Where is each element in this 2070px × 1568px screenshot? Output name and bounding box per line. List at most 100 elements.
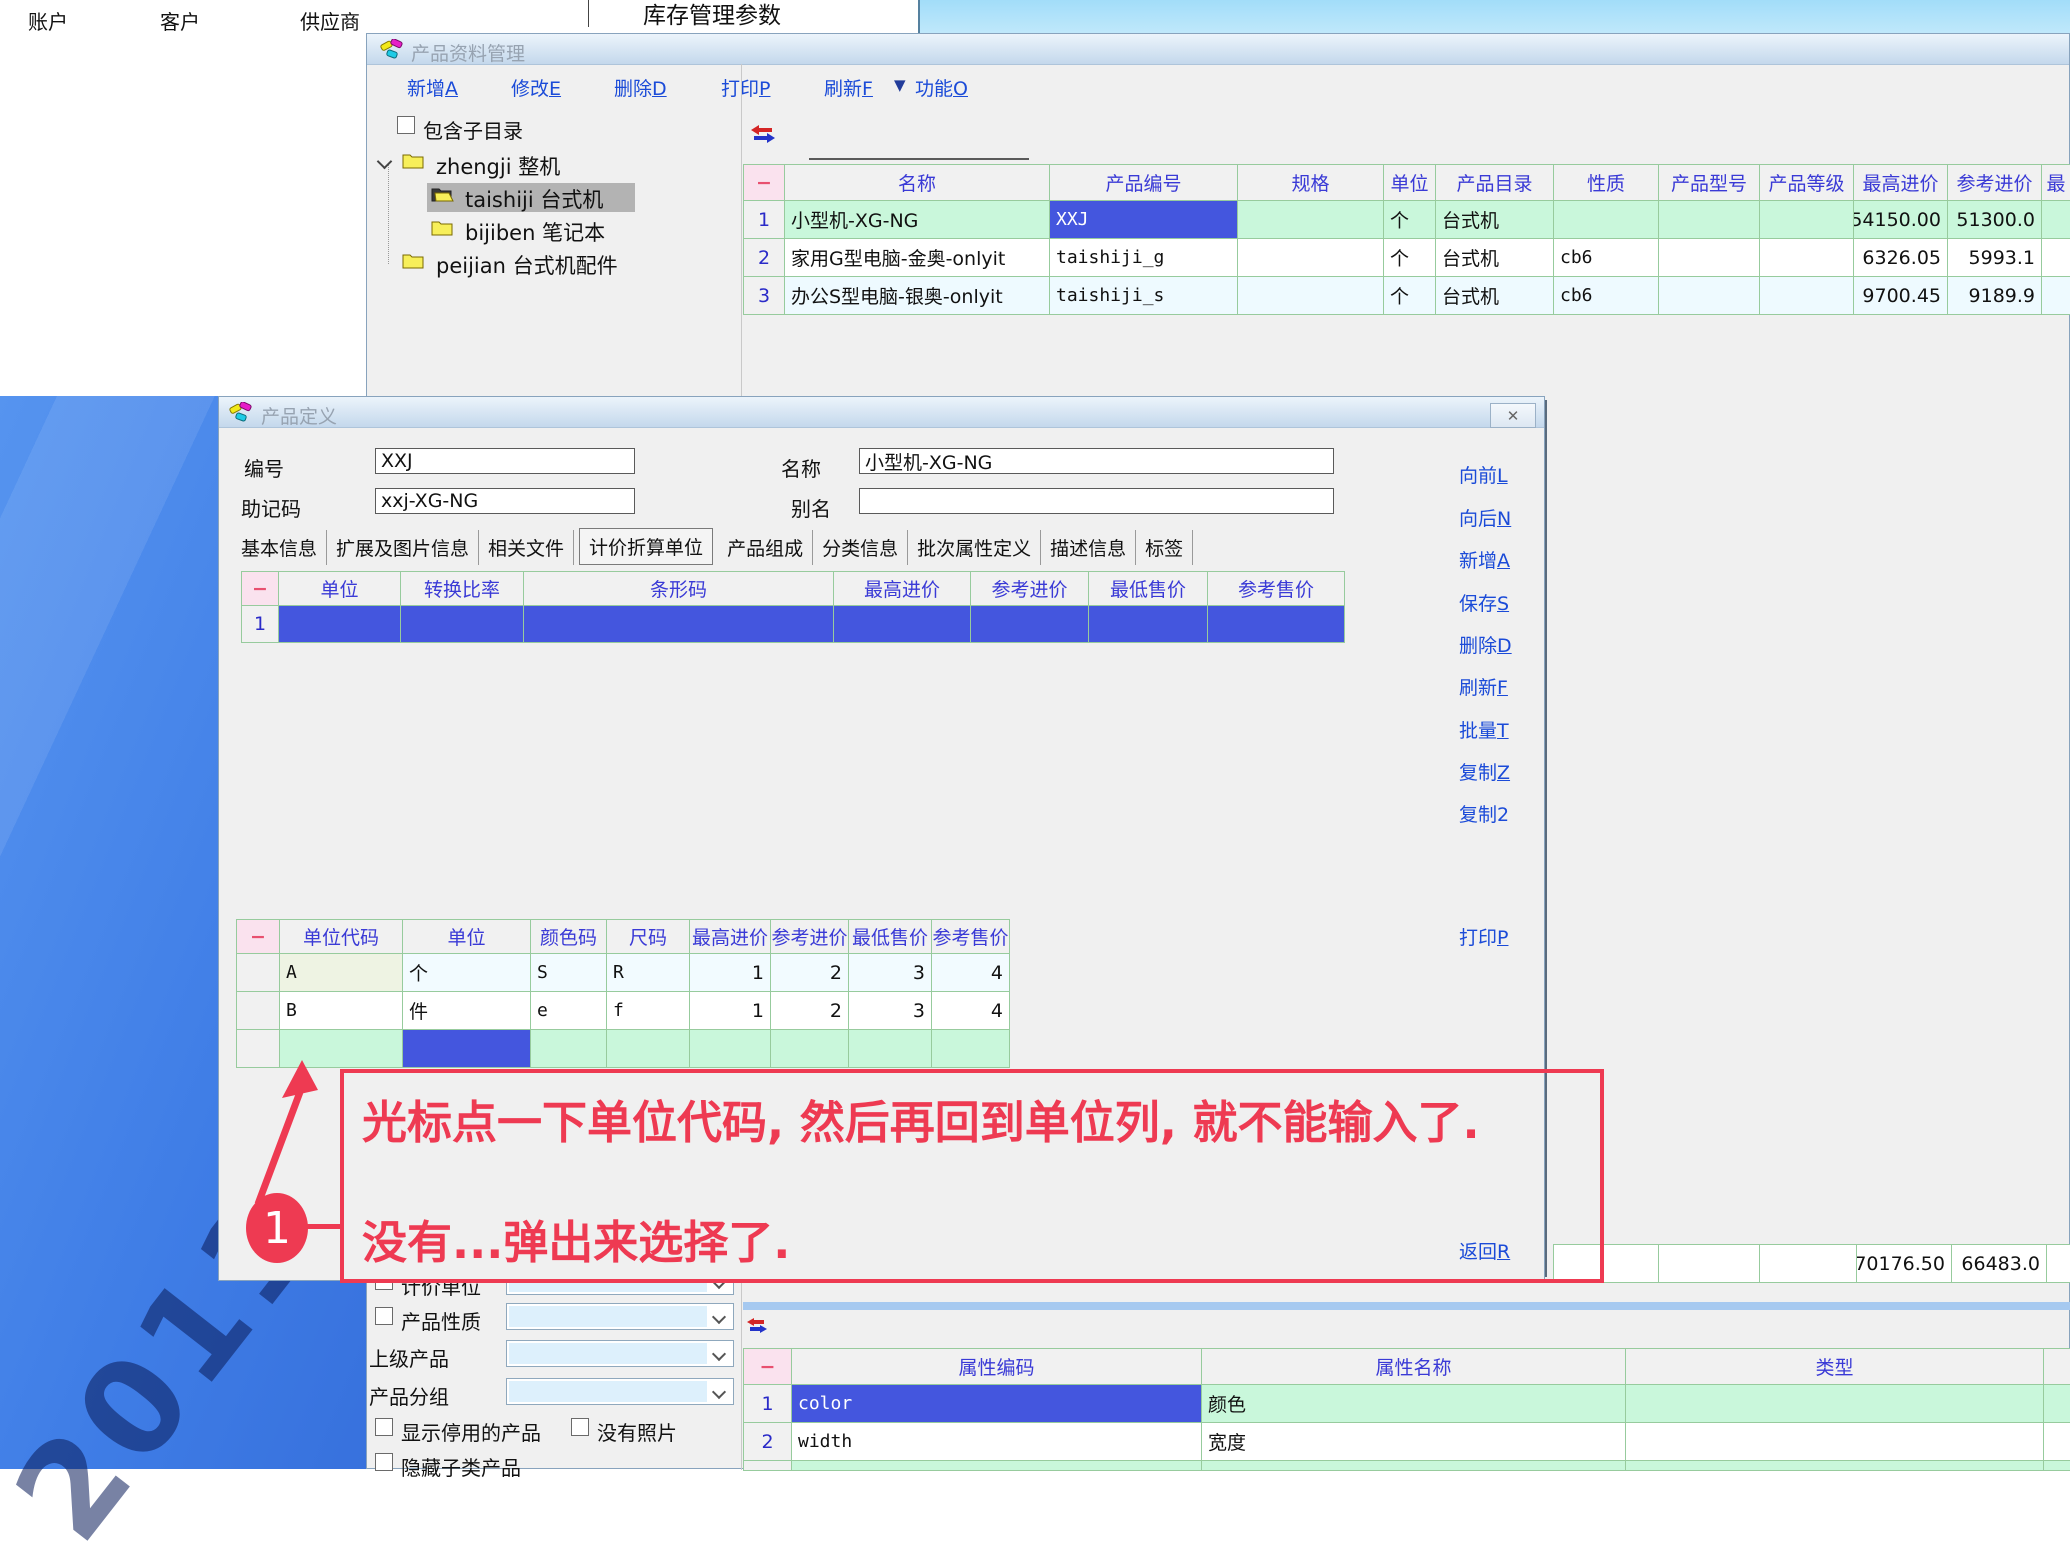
table-cell[interactable] xyxy=(1626,1423,2044,1461)
table-cell[interactable]: 9189.9 xyxy=(1948,277,2042,315)
tab-batch-attributes[interactable]: 批次属性定义 xyxy=(908,530,1041,565)
table-cell-selected[interactable] xyxy=(401,606,524,643)
table-cell[interactable]: 51300.0 xyxy=(1948,201,2042,239)
table-cell[interactable] xyxy=(792,1461,1202,1471)
table-header-cell[interactable]: 规格 xyxy=(1238,165,1384,201)
batch-button[interactable]: 批量T xyxy=(1459,716,1509,743)
table-cell[interactable]: 4 xyxy=(932,954,1010,992)
product-nature-combo[interactable] xyxy=(506,1303,734,1330)
table-cell[interactable]: 2 xyxy=(771,954,849,992)
table-header-cell[interactable]: 单位代码 xyxy=(280,920,403,954)
table-header-cell[interactable]: 最低售价 xyxy=(1089,572,1208,606)
table-header-cell[interactable]: 产品等级 xyxy=(1760,165,1854,201)
previous-button[interactable]: 向前L xyxy=(1459,461,1508,488)
row-number-cell[interactable]: 1 xyxy=(744,201,785,239)
table-cell[interactable]: A xyxy=(280,954,403,992)
table-cell[interactable]: 1 xyxy=(690,954,771,992)
table-cell[interactable]: 颜色 xyxy=(1202,1385,1626,1423)
table-header-cell[interactable]: 最低售价 xyxy=(849,920,932,954)
copy2-button[interactable]: 复制2 xyxy=(1459,800,1509,827)
table-cell[interactable]: 9700.45 xyxy=(1854,277,1948,315)
table-cell[interactable]: 小型机-XG-NG xyxy=(785,201,1050,239)
tree-item-taishiji[interactable]: taishiji 台式机 xyxy=(465,184,603,214)
alias-input[interactable] xyxy=(859,488,1334,514)
row-number-cell[interactable]: 2 xyxy=(744,239,785,277)
table-cell[interactable]: 3 xyxy=(849,954,932,992)
table-cell[interactable]: 5993.1 xyxy=(1948,239,2042,277)
table-cell-selected[interactable] xyxy=(971,606,1089,643)
table-cell[interactable]: width xyxy=(792,1423,1202,1461)
locate-field-underline[interactable] xyxy=(809,158,1029,160)
table-cell[interactable]: B xyxy=(280,992,403,1030)
table-cell[interactable]: taishiji_g xyxy=(1050,239,1238,277)
toolbar-function-button[interactable]: 功能O xyxy=(915,74,968,101)
table-cell[interactable]: 台式机 xyxy=(1436,239,1554,277)
sort-swap-icon[interactable] xyxy=(747,1317,767,1334)
table-header-cell[interactable]: 最 xyxy=(2042,165,2070,201)
save-button[interactable]: 保存S xyxy=(1459,589,1509,616)
table-cell[interactable] xyxy=(1760,277,1854,315)
table-header-cell[interactable]: 最高进价 xyxy=(1854,165,1948,201)
refresh-button[interactable]: 刷新F xyxy=(1459,673,1508,700)
table-header-cell[interactable]: − xyxy=(744,1349,792,1385)
table-cell[interactable] xyxy=(2042,239,2070,277)
add-button[interactable]: 新增A xyxy=(1459,546,1510,573)
table-cell[interactable]: cb6 xyxy=(1554,277,1659,315)
tab-basic-info[interactable]: 基本信息 xyxy=(232,530,327,565)
table-cell[interactable] xyxy=(2042,201,2070,239)
product-nature-checkbox[interactable] xyxy=(375,1307,393,1325)
table-header-cell[interactable]: 参考进价 xyxy=(771,920,849,954)
row-number-cell[interactable]: 1 xyxy=(242,606,279,643)
tree-item-peijian[interactable]: peijian 台式机配件 xyxy=(436,250,618,280)
row-number-cell[interactable]: 3 xyxy=(744,277,785,315)
hide-subclass-checkbox[interactable] xyxy=(375,1453,393,1471)
tree-item-bijiben[interactable]: bijiben 笔记本 xyxy=(465,217,605,247)
return-button[interactable]: 返回R xyxy=(1459,1237,1510,1264)
mnemonic-input[interactable]: xxj-XG-NG xyxy=(375,488,635,514)
table-cell[interactable]: 3 xyxy=(849,992,932,1030)
product-data-titlebar[interactable]: 产品资料管理 xyxy=(367,34,2069,65)
table-cell-selected[interactable] xyxy=(279,606,401,643)
row-number-cell[interactable]: 1 xyxy=(744,1385,792,1423)
table-cell[interactable]: 1 xyxy=(690,992,771,1030)
table-header-cell[interactable]: 最高进价 xyxy=(834,572,971,606)
table-header-cell[interactable]: − xyxy=(744,165,785,201)
toolbar-edit-button[interactable]: 修改E xyxy=(511,74,561,101)
row-number-cell[interactable] xyxy=(744,1461,792,1471)
table-cell[interactable] xyxy=(1238,201,1384,239)
row-number-cell[interactable] xyxy=(237,992,280,1030)
table-cell[interactable]: taishiji_s xyxy=(1050,277,1238,315)
table-header-cell[interactable]: 产品目录 xyxy=(1436,165,1554,201)
table-cell-selected[interactable] xyxy=(834,606,971,643)
tree-expand-icon[interactable] xyxy=(377,154,393,170)
next-button[interactable]: 向后N xyxy=(1459,504,1511,531)
table-header-cell[interactable]: 属性编码 xyxy=(792,1349,1202,1385)
table-cell[interactable]: 宽度 xyxy=(1202,1423,1626,1461)
table-header-cell[interactable]: 参考进价 xyxy=(1948,165,2042,201)
table-header-cell[interactable]: 属性名称 xyxy=(1202,1349,1626,1385)
table-cell[interactable]: 个 xyxy=(1384,277,1436,315)
table-header-cell[interactable]: − xyxy=(242,572,279,606)
no-photo-checkbox[interactable] xyxy=(571,1418,589,1436)
table-cell[interactable]: f xyxy=(607,992,690,1030)
table-cell[interactable] xyxy=(1202,1461,1626,1471)
menu-item-supplier[interactable]: 供应商 xyxy=(300,6,360,35)
table-header-cell[interactable]: 尺码 xyxy=(607,920,690,954)
table-header-cell[interactable] xyxy=(2044,1349,2070,1385)
table-cell[interactable] xyxy=(2042,277,2070,315)
table-cell[interactable] xyxy=(1626,1461,2044,1471)
table-cell[interactable]: 54150.00 xyxy=(1854,201,1948,239)
table-cell[interactable] xyxy=(1659,277,1760,315)
tab-inventory-params[interactable]: 库存管理参数 xyxy=(643,0,781,30)
table-cell-selected[interactable] xyxy=(1208,606,1345,643)
table-header-cell[interactable]: 参考进价 xyxy=(971,572,1089,606)
include-subdir-checkbox[interactable] xyxy=(397,116,415,134)
table-cell[interactable] xyxy=(1238,239,1384,277)
table-cell[interactable] xyxy=(1760,239,1854,277)
tab-composition[interactable]: 产品组成 xyxy=(718,530,813,565)
table-header-cell[interactable]: 类型 xyxy=(1626,1349,2044,1385)
parent-product-combo[interactable] xyxy=(506,1340,734,1367)
table-header-cell[interactable]: 单位 xyxy=(1384,165,1436,201)
tree-item-zhengji[interactable]: zhengji 整机 xyxy=(436,151,560,181)
table-cell[interactable]: 6326.05 xyxy=(1854,239,1948,277)
